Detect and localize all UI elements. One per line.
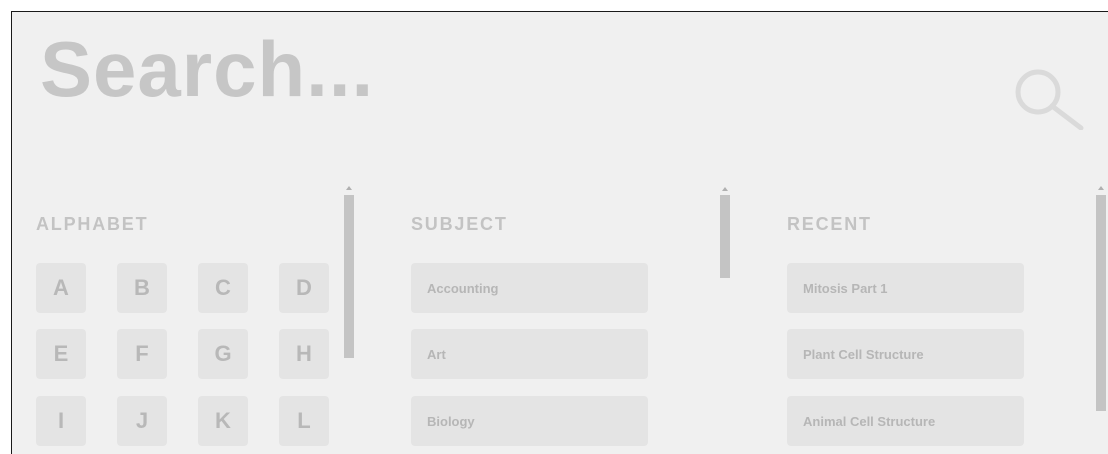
letter-j[interactable]: J	[117, 396, 167, 446]
subject-heading: SUBJECT	[411, 214, 508, 234]
subject-scrollbar-thumb[interactable]	[720, 195, 730, 278]
search-icon[interactable]	[1006, 66, 1084, 130]
subject-item-art[interactable]: Art	[411, 329, 648, 379]
alphabet-scrollbar-thumb[interactable]	[344, 195, 354, 358]
subject-item-accounting[interactable]: Accounting	[411, 263, 648, 313]
search-panel: Search... ALPHABET A B C D E F G H I J K…	[11, 11, 1108, 454]
letter-i[interactable]: I	[36, 396, 86, 446]
letter-f[interactable]: F	[117, 329, 167, 379]
subject-scroll-up-arrow[interactable]	[722, 187, 728, 191]
search-input[interactable]: Search...	[40, 30, 374, 108]
recent-item-mitosis[interactable]: Mitosis Part 1	[787, 263, 1024, 313]
subject-item-biology[interactable]: Biology	[411, 396, 648, 446]
recent-heading: RECENT	[787, 214, 872, 234]
letter-d[interactable]: D	[279, 263, 329, 313]
recent-item-plant-cell[interactable]: Plant Cell Structure	[787, 329, 1024, 379]
recent-item-animal-cell[interactable]: Animal Cell Structure	[787, 396, 1024, 446]
letter-e[interactable]: E	[36, 329, 86, 379]
letter-b[interactable]: B	[117, 263, 167, 313]
letter-l[interactable]: L	[279, 396, 329, 446]
letter-g[interactable]: G	[198, 329, 248, 379]
letter-k[interactable]: K	[198, 396, 248, 446]
letter-a[interactable]: A	[36, 263, 86, 313]
alphabet-scroll-up-arrow[interactable]	[346, 186, 352, 190]
alphabet-heading: ALPHABET	[36, 214, 149, 234]
letter-c[interactable]: C	[198, 263, 248, 313]
recent-scrollbar-thumb[interactable]	[1096, 195, 1106, 411]
letter-h[interactable]: H	[279, 329, 329, 379]
recent-scroll-up-arrow[interactable]	[1098, 186, 1104, 190]
